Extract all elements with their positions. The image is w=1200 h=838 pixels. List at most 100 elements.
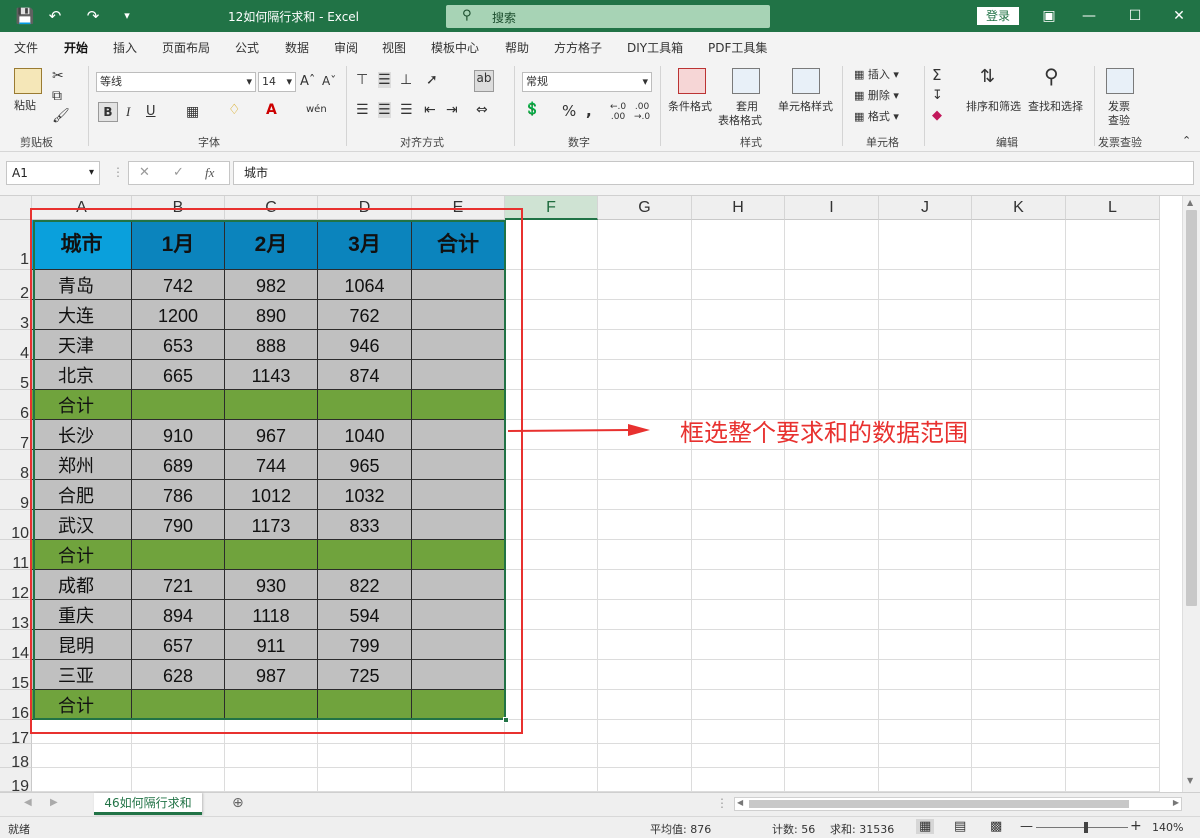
align-top-icon[interactable]: ⊤ [356,72,368,88]
sort-filter-label[interactable]: 排序和筛选 [966,98,1021,114]
zoom-slider[interactable] [1036,827,1128,828]
tab-pdf-tools[interactable]: PDF工具集 [708,39,767,56]
vertical-scroll-thumb[interactable] [1186,210,1197,606]
cancel-entry-icon[interactable]: ✕ [139,165,150,180]
tab-view[interactable]: 视图 [382,39,406,56]
align-middle-icon[interactable]: ☰ [378,72,391,88]
add-sheet-icon[interactable]: ⊕ [232,795,244,811]
vertical-scrollbar[interactable]: ▲ ▼ [1182,196,1200,792]
tab-home[interactable]: 开始 [64,39,88,56]
align-bottom-icon[interactable]: ⊥ [400,72,412,88]
insert-cells-button[interactable]: ▦ 插入 ▾ [854,66,899,82]
prev-sheet-icon[interactable]: ◀ [24,797,32,808]
tab-fangfang[interactable]: 方方格子 [554,39,602,56]
next-sheet-icon[interactable]: ▶ [50,797,58,808]
format-painter-icon[interactable]: 🖌 [52,108,70,124]
search-input[interactable]: ⚲ 搜索 [446,5,770,28]
tab-page-layout[interactable]: 页面布局 [162,39,210,56]
fill-color-icon[interactable]: ♢ [228,102,241,118]
find-select-label[interactable]: 查找和选择 [1028,98,1083,114]
decrease-font-icon[interactable]: Aˇ [322,74,336,88]
scroll-left-icon[interactable]: ◀ [737,798,743,807]
horizontal-scrollbar[interactable]: ◀ ▶ [734,797,1182,811]
copy-icon[interactable]: ⧉ [52,88,62,104]
horizontal-scroll-thumb[interactable] [749,800,1129,808]
paste-label[interactable]: 粘贴 [14,97,36,113]
name-box[interactable]: A1 ▾ [6,161,100,185]
decrease-decimal-icon[interactable]: .00 →.0 [634,102,650,122]
font-color-icon[interactable]: A [266,102,277,118]
undo-icon[interactable]: ↶ [44,6,66,26]
formula-input[interactable]: 城市 [233,161,1194,185]
increase-decimal-icon[interactable]: ←.0.00 [610,102,626,122]
tab-help[interactable]: 帮助 [505,39,529,56]
zoom-level[interactable]: 140% [1152,821,1183,834]
scroll-up-icon[interactable]: ▲ [1187,198,1193,207]
invoice-label-2[interactable]: 查验 [1108,112,1130,128]
find-select-icon[interactable]: ⚲ [1044,64,1059,88]
paste-icon[interactable] [14,68,42,94]
normal-view-icon[interactable]: ▦ [916,819,935,834]
status-average[interactable]: 平均值: 876 [650,821,711,837]
status-sum[interactable]: 求和: 31536 [830,821,894,837]
conditional-format-label[interactable]: 条件格式 [668,98,712,114]
maximize-icon[interactable]: ☐ [1120,6,1150,26]
tab-data[interactable]: 数据 [285,39,309,56]
percent-icon[interactable]: % [562,102,576,120]
cell-styles-icon[interactable] [792,68,820,94]
align-center-icon[interactable]: ☰ [378,102,391,118]
fill-icon[interactable]: ↧ [932,88,943,103]
worksheet-grid[interactable]: A B C D E F G H I J K L 1 2 3 4 5 6 7 8 9 10 11 12 13 14 15 16 17 18 1… [0,196,1182,792]
scroll-down-icon[interactable]: ▼ [1187,776,1193,785]
zoom-in-icon[interactable]: + [1130,818,1142,834]
font-name-select[interactable]: 等线 ▾ [96,72,256,92]
align-right-icon[interactable]: ☰ [400,102,413,118]
tab-insert[interactable]: 插入 [113,39,137,56]
decrease-indent-icon[interactable]: ⇤ [424,102,436,118]
merge-center-icon[interactable]: ⇔ [476,102,488,118]
status-count[interactable]: 计数: 56 [772,821,815,837]
sheet-tab-active[interactable]: 46如何隔行求和 [94,793,202,815]
format-as-table-icon[interactable] [732,68,760,94]
insert-function-icon[interactable]: fx [205,165,214,181]
tab-review[interactable]: 审阅 [334,39,358,56]
zoom-out-icon[interactable]: — [1020,819,1033,834]
ribbon-display-options-icon[interactable]: ▣ [1034,6,1064,26]
invoice-check-icon[interactable] [1106,68,1134,94]
tab-template-center[interactable]: 模板中心 [431,39,479,56]
font-size-select[interactable]: 14 ▾ [258,72,296,92]
login-button[interactable]: 登录 [977,7,1019,25]
increase-font-icon[interactable]: Aˆ [300,74,315,89]
align-left-icon[interactable]: ☰ [356,102,369,118]
autosum-icon[interactable]: Σ [932,66,941,84]
cell-styles-label[interactable]: 单元格样式 [778,98,833,114]
underline-button[interactable]: U [146,104,156,119]
page-layout-view-icon[interactable]: ▤ [954,819,966,834]
confirm-entry-icon[interactable]: ✓ [173,165,184,180]
sort-filter-icon[interactable]: ⇅ [980,66,995,87]
clear-icon[interactable]: ◆ [932,108,942,123]
accounting-format-icon[interactable]: 💲 [524,102,540,117]
save-icon[interactable]: 💾 [14,6,36,26]
tab-file[interactable]: 文件 [14,39,38,56]
format-as-table-label-2[interactable]: 表格格式 [718,112,762,128]
orientation-icon[interactable]: ➚ [426,72,438,88]
minimize-icon[interactable]: — [1074,6,1104,26]
close-icon[interactable]: ✕ [1164,6,1194,26]
format-cells-button[interactable]: ▦ 格式 ▾ [854,108,899,124]
bold-button[interactable]: B [98,102,118,122]
collapse-ribbon-icon[interactable]: ⌃ [1182,134,1191,147]
cut-icon[interactable]: ✂ [52,68,64,84]
italic-button[interactable]: I [126,104,130,120]
tab-split-icon[interactable]: ⋮ [716,796,728,810]
number-format-select[interactable]: 常规 ▾ [522,72,652,92]
delete-cells-button[interactable]: ▦ 删除 ▾ [854,87,899,103]
borders-icon[interactable]: ▦ [186,104,199,120]
phonetic-icon[interactable]: wén [306,104,327,115]
tab-diy-toolbox[interactable]: DIY工具箱 [627,39,683,56]
conditional-format-icon[interactable] [678,68,706,94]
redo-icon[interactable]: ↷ [82,6,104,26]
increase-indent-icon[interactable]: ⇥ [446,102,458,118]
customize-quick-access-icon[interactable]: ▾ [116,6,138,26]
scroll-right-icon[interactable]: ▶ [1173,798,1179,807]
